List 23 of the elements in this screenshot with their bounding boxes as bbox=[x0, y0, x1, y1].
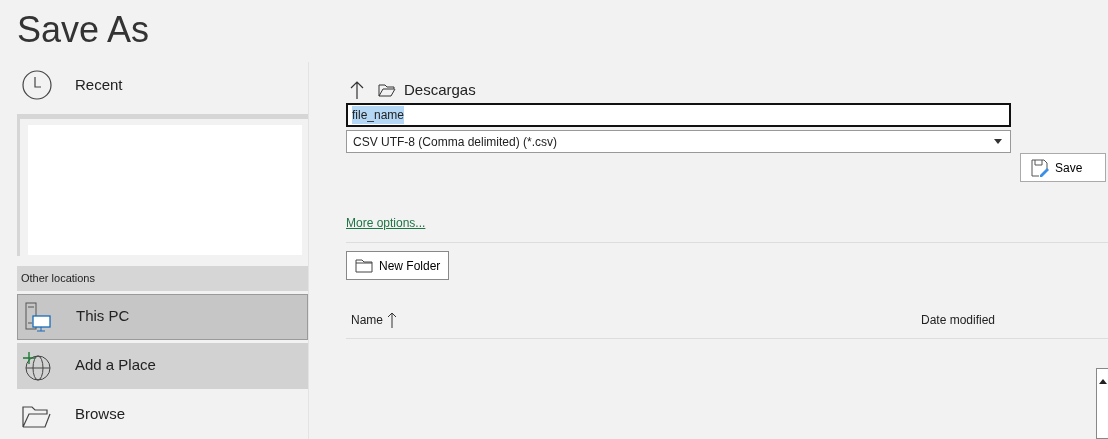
save-button[interactable]: Save bbox=[1020, 153, 1106, 182]
save-icon bbox=[1031, 158, 1049, 177]
folder-icon bbox=[355, 258, 373, 273]
folder-icon bbox=[378, 83, 396, 97]
clock-icon bbox=[21, 69, 53, 101]
file-type-dropdown[interactable]: CSV UTF-8 (Comma delimited) (*.csv) bbox=[346, 130, 1011, 153]
new-folder-button[interactable]: New Folder bbox=[346, 251, 450, 280]
computer-icon bbox=[22, 300, 54, 333]
section-header: Other locations bbox=[17, 266, 308, 291]
location-item[interactable]: Add a Place bbox=[17, 342, 308, 389]
more-options-link[interactable]: More options... bbox=[346, 214, 426, 232]
scrollbar[interactable] bbox=[1096, 368, 1108, 439]
recent-item[interactable]: Recent bbox=[17, 62, 308, 108]
caret-icon bbox=[994, 139, 1002, 144]
filename-field[interactable]: file_name bbox=[346, 103, 1011, 127]
folder-name: Descargas bbox=[404, 79, 476, 100]
up-arrow-icon[interactable] bbox=[350, 80, 364, 100]
page-title: Save As bbox=[16, 8, 151, 52]
location-item[interactable]: This PC bbox=[17, 293, 308, 340]
column-header[interactable]: Name bbox=[351, 311, 921, 329]
column-header[interactable]: Date modified bbox=[921, 311, 996, 329]
location-item[interactable]: Browse bbox=[17, 391, 308, 438]
globe-add-icon bbox=[21, 349, 53, 382]
